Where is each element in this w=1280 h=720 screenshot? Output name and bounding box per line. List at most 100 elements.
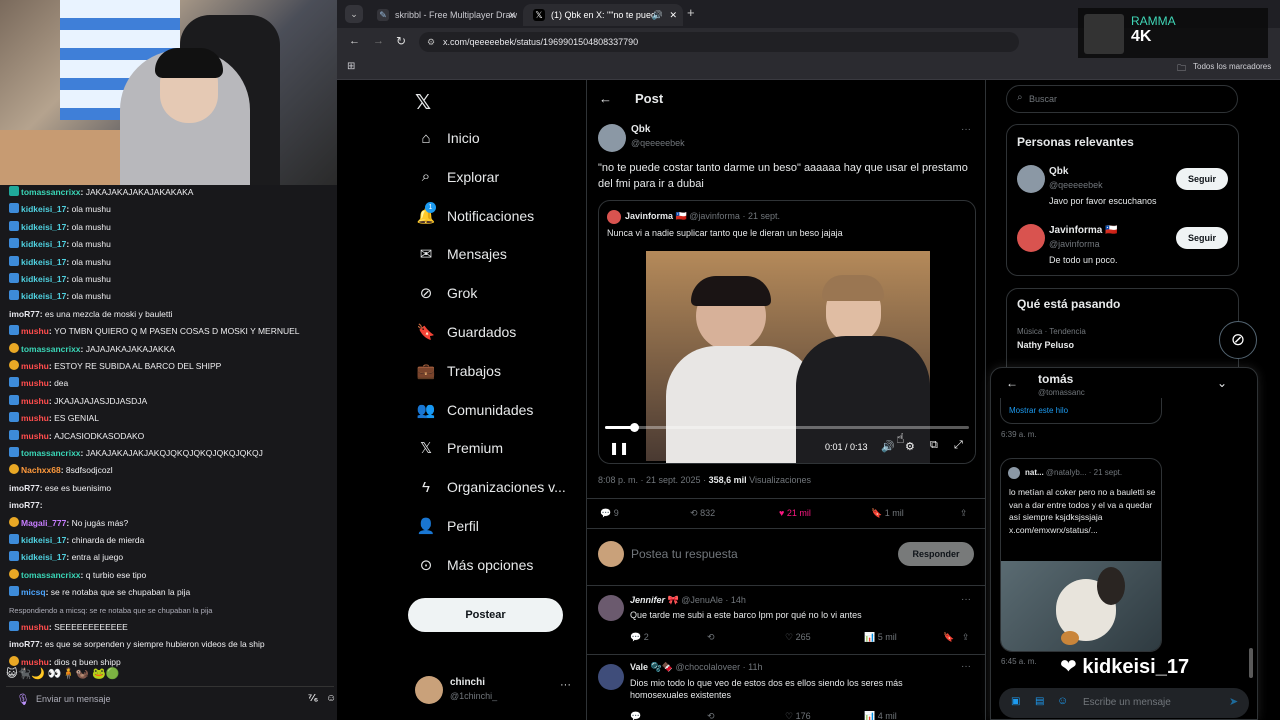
chat-username[interactable]: kidkeisi_17 — [21, 535, 66, 545]
more-icon[interactable]: ··· — [961, 124, 971, 135]
chat-username[interactable]: mushu — [21, 361, 49, 371]
chat-username[interactable]: mushu — [21, 431, 49, 441]
send-icon[interactable]: ➤ — [1229, 695, 1238, 708]
chat-username[interactable]: mushu — [21, 396, 49, 406]
like-stat[interactable]: ♥ 21 mil — [779, 508, 811, 518]
avatar[interactable] — [1017, 224, 1045, 252]
account-switcher[interactable]: chinchi @1chinchi_ ··· — [415, 674, 575, 710]
nav-item[interactable]: ⌕ Explorar — [417, 164, 499, 190]
chat-badge-icon[interactable] — [9, 203, 19, 214]
shared-post-bubble[interactable]: Mostrar este hilo — [1000, 398, 1162, 424]
chat-badge-icon[interactable] — [9, 447, 19, 457]
site-info-icon[interactable]: ⚙ — [427, 32, 435, 52]
chat-input[interactable]: 🎙 Enviar un mensaje ⁷⁄₆ ☺ — [6, 686, 336, 712]
chat-username[interactable]: kidkeisi_17 — [21, 204, 66, 214]
mic-icon[interactable]: 🎙 — [16, 693, 30, 706]
chat-badge-icon[interactable] — [9, 290, 19, 301]
chat-username[interactable]: micsq — [21, 587, 46, 597]
chat-badge-icon[interactable] — [9, 377, 19, 388]
tab-x-post[interactable]: 𝕏 (1) Qbk en X: ""no te pued 🔊 ✕ — [523, 4, 683, 26]
nav-item[interactable]: ⊘ Grok — [417, 280, 478, 306]
chat-badge-icon[interactable] — [9, 516, 19, 527]
grok-icon[interactable]: ⊘ — [1219, 321, 1257, 359]
nav-item[interactable]: 💼 Trabajos — [417, 358, 501, 384]
tab-skribbl[interactable]: ✎ skribbl - Free Multiplayer Draw ✕ — [367, 4, 522, 26]
chat-username[interactable]: mushu — [21, 413, 49, 423]
chat-badge-icon[interactable] — [9, 186, 19, 196]
chat-username[interactable]: Magali_777 — [21, 518, 66, 528]
more-icon[interactable]: ··· — [560, 679, 571, 691]
repost-icon[interactable]: ⟲ — [707, 632, 715, 643]
x-logo-icon[interactable]: 𝕏 — [415, 90, 431, 115]
dm-composer[interactable]: ▣ ▤ ☺ Escribe un mensaje ➤ — [999, 688, 1249, 718]
person-name[interactable]: Qbk — [1049, 166, 1068, 177]
chat-badge-icon[interactable] — [9, 551, 19, 562]
picture-in-picture-icon[interactable]: ⧉ — [930, 439, 938, 452]
like-stat[interactable]: ♡ 176 — [785, 711, 811, 720]
nav-item[interactable]: ✉ Mensajes — [417, 241, 507, 267]
bookmark-icon[interactable]: 🔖 — [943, 632, 954, 643]
chat-badge-icon[interactable] — [9, 220, 19, 231]
chat-username[interactable]: mushu — [21, 326, 49, 336]
chat-username[interactable]: kidkeisi_17 — [21, 222, 66, 232]
avatar[interactable] — [598, 124, 626, 152]
chat-username[interactable]: tomassancrixx — [21, 344, 81, 354]
video-scrubber-handle[interactable] — [630, 423, 640, 432]
reload-icon[interactable]: ↻ — [396, 34, 406, 48]
chat-username[interactable]: kidkeisi_17 — [21, 274, 66, 284]
chat-username[interactable]: kidkeisi_17 — [21, 239, 66, 249]
chat-badge-icon[interactable] — [9, 534, 19, 544]
more-icon[interactable]: ··· — [961, 594, 971, 605]
reply-stat[interactable]: 💬 2 — [630, 632, 649, 643]
chat-badge-icon[interactable] — [9, 360, 19, 370]
reply-post[interactable]: Jennifer 🎀 @JenuAle · 14h ··· Que tarde … — [587, 586, 985, 654]
chat-username[interactable]: kidkeisi_17 — [21, 291, 66, 301]
chat-username[interactable]: imoR77 — [9, 639, 40, 649]
chat-username[interactable]: tomassancrixx — [21, 187, 81, 197]
chat-badge-icon[interactable] — [9, 273, 19, 283]
show-thread-link[interactable]: Mostrar este hilo — [1009, 406, 1068, 415]
nav-item[interactable]: ϟ Organizaciones v... — [417, 474, 566, 500]
quoted-post[interactable]: Javinforma 🇨🇱 @javinforma · 21 sept. Nun… — [598, 200, 976, 464]
nav-item[interactable]: 👥 Comunidades — [417, 397, 534, 423]
volume-icon[interactable]: 🔊 — [881, 440, 895, 453]
url-bar[interactable]: ⚙ x.com/qeeeeebek/status/196990150480833… — [419, 32, 1019, 52]
reply-input[interactable]: Postea tu respuesta — [631, 547, 738, 561]
follow-button[interactable]: Seguir — [1176, 168, 1228, 190]
trend-name[interactable]: Nathy Peluso — [1017, 340, 1074, 350]
video-player[interactable]: ❚❚ 0:01 / 0:13 🔊 ⚙ ⧉ ⤢ — [599, 249, 975, 463]
apps-icon[interactable]: ⊞ — [347, 61, 355, 72]
chat-username[interactable]: Nachxx68 — [21, 465, 61, 475]
nav-item[interactable]: 🔖 Guardados — [417, 319, 517, 345]
chat-badge-icon[interactable] — [9, 464, 19, 475]
chat-username[interactable]: mushu — [21, 378, 49, 388]
emoji-icon[interactable]: ☺ — [1057, 695, 1068, 707]
chat-badge-icon[interactable] — [9, 342, 19, 353]
image-icon[interactable]: ▣ — [1011, 696, 1020, 707]
fullscreen-icon[interactable]: ⤢ — [954, 439, 963, 452]
follow-button[interactable]: Seguir — [1176, 227, 1228, 249]
nav-item[interactable]: 𝕏 Premium — [417, 435, 503, 461]
repost-icon[interactable]: ⟲ — [707, 711, 715, 720]
chat-badge-icon[interactable] — [9, 568, 19, 579]
chat-badge-icon[interactable] — [9, 655, 19, 666]
chat-badge-icon[interactable] — [9, 429, 19, 440]
reply-post[interactable]: Vale 🫧🍫 @chocolaloveer · 11h ··· Dios mi… — [587, 655, 985, 720]
shared-post-bubble[interactable]: nat... @natalyb... · 21 sept. lo metían … — [1000, 458, 1162, 652]
chat-badge-icon[interactable] — [9, 394, 19, 405]
chat-badge-icon[interactable] — [9, 238, 19, 249]
all-bookmarks-label[interactable]: Todos los marcadores — [1193, 62, 1271, 71]
chat-username[interactable]: kidkeisi_17 — [21, 257, 66, 267]
post-handle[interactable]: @qeeeeebek — [631, 138, 685, 148]
share-icon[interactable]: ⇪ — [962, 632, 970, 643]
chat-username[interactable]: mushu — [21, 622, 49, 632]
video-progress-bar[interactable] — [605, 426, 969, 429]
chat-username[interactable]: tomassancrixx — [21, 448, 81, 458]
views-stat[interactable]: 📊 4 mil — [864, 711, 897, 720]
chat-username[interactable]: tomassancrixx — [21, 570, 81, 580]
back-arrow-icon[interactable]: ← — [599, 91, 612, 106]
chat-username[interactable]: imoR77 — [9, 500, 40, 510]
forward-icon[interactable]: → — [373, 35, 384, 47]
tab-search-button[interactable]: ⌄ — [345, 5, 363, 23]
nav-item[interactable]: ⌂ Inicio — [417, 125, 479, 151]
